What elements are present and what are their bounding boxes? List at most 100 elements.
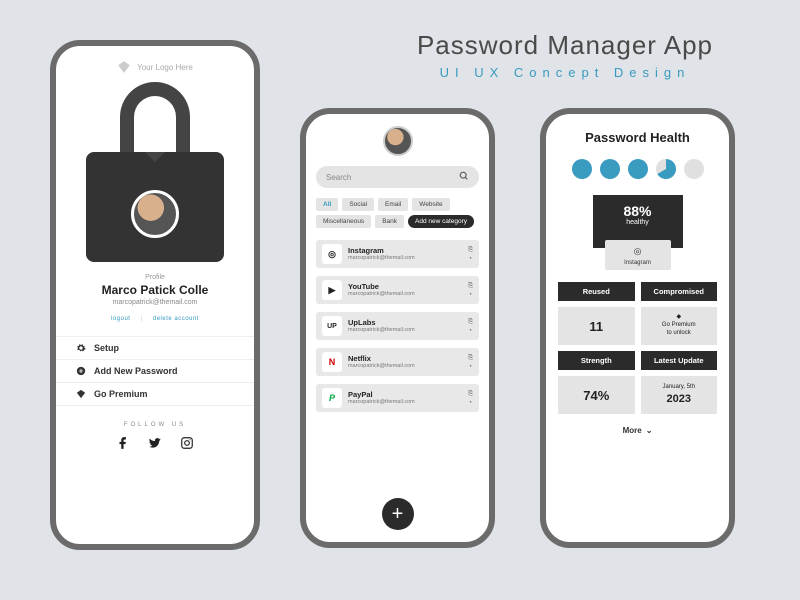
facebook-icon[interactable] <box>116 436 130 450</box>
score-app-chip[interactable]: ◎ Instagram <box>605 240 671 270</box>
follow-block: FOLLOW US <box>56 422 254 450</box>
score-percent: 88% <box>593 203 683 219</box>
lock-fold-icon <box>145 152 165 162</box>
entry-email: marcopatrick@themail.com <box>348 291 468 297</box>
youtube-icon: ▶ <box>322 280 342 300</box>
diamond-icon <box>76 389 86 399</box>
copy-icon[interactable]: ⎘ <box>468 391 473 398</box>
dot-empty-icon <box>684 159 704 179</box>
entry-name: Netflix <box>348 355 468 363</box>
chip-all[interactable]: All <box>316 198 338 211</box>
phone-vault: Search All Social Email Website Miscella… <box>300 108 495 548</box>
avatar[interactable] <box>131 190 179 238</box>
chip-social[interactable]: Social <box>342 198 374 211</box>
entry-row[interactable]: ◎ Instagrammarcopatrick@themail.com ⎘ ◔ <box>316 240 479 268</box>
clock-icon[interactable]: ◔ <box>468 328 473 334</box>
stat-strength-value: 74% <box>558 376 635 414</box>
profile-caption: Profile <box>56 274 254 281</box>
entry-email: marcopatrick@themail.com <box>348 399 468 405</box>
stat-update-value: January, 5th 2023 <box>641 376 718 414</box>
dot-icon <box>628 159 648 179</box>
chip-email[interactable]: Email <box>378 198 408 211</box>
search-placeholder: Search <box>326 173 459 182</box>
copy-icon[interactable]: ⎘ <box>468 247 473 254</box>
dot-partial-icon <box>656 159 676 179</box>
stat-reused-value: 11 <box>558 307 635 345</box>
profile-name: Marco Patick Colle <box>56 283 254 297</box>
menu-add-password[interactable]: Add New Password <box>56 359 254 382</box>
entry-row[interactable]: P PayPalmarcopatrick@themail.com ⎘ ◔ <box>316 384 479 412</box>
stat-update-label: Latest Update <box>641 351 718 370</box>
entry-email: marcopatrick@themail.com <box>348 255 468 261</box>
stat-reused-label: Reused <box>558 282 635 301</box>
menu-go-premium[interactable]: Go Premium <box>56 382 254 406</box>
health-title: Password Health <box>558 130 717 145</box>
instagram-icon: ◎ <box>322 244 342 264</box>
entry-name: UpLabs <box>348 319 468 327</box>
copy-icon[interactable]: ⎘ <box>468 319 473 326</box>
entry-email: marcopatrick@themail.com <box>348 327 468 333</box>
phone-health: Password Health 88% healthy ◎ Instagram … <box>540 108 735 548</box>
clock-icon[interactable]: ◔ <box>468 400 473 406</box>
page-header: Password Manager App UI UX Concept Desig… <box>350 30 780 80</box>
chip-misc[interactable]: Miscellaneous <box>316 215 371 228</box>
lock-shackle-icon <box>120 82 190 152</box>
phone-profile: Your Logo Here Profile Marco Patick Coll… <box>50 40 260 550</box>
search-input[interactable]: Search <box>316 166 479 188</box>
diamond-icon: ◆ <box>676 314 681 322</box>
copy-icon[interactable]: ⎘ <box>468 283 473 290</box>
avatar[interactable] <box>383 126 413 156</box>
health-dots <box>558 159 717 179</box>
entry-name: Instagram <box>348 247 468 255</box>
profile-links: logout | delete account <box>56 316 254 322</box>
category-chips: All Social Email Website Miscellaneous B… <box>316 198 479 228</box>
page-subtitle: UI UX Concept Design <box>350 65 780 80</box>
copy-icon[interactable]: ⎘ <box>468 355 473 362</box>
netflix-icon: N <box>322 352 342 372</box>
clock-icon[interactable]: ◔ <box>468 256 473 262</box>
plus-icon: + <box>392 503 404 526</box>
dot-icon <box>600 159 620 179</box>
profile-block: Profile Marco Patick Colle marcopatrick@… <box>56 274 254 322</box>
lock-body-icon <box>86 152 224 262</box>
chevron-down-icon: ⌄ <box>646 426 653 435</box>
logo-placeholder: Your Logo Here <box>56 60 254 74</box>
twitter-icon[interactable] <box>148 436 162 450</box>
lock-graphic <box>56 82 254 262</box>
stats-grid: Reused Compromised 11 ◆ Go Premium to un… <box>558 282 717 414</box>
entries-list: ◎ Instagrammarcopatrick@themail.com ⎘◔ ▶… <box>316 240 479 412</box>
instagram-icon[interactable] <box>180 436 194 450</box>
dot-icon <box>572 159 592 179</box>
add-button[interactable]: + <box>382 498 414 530</box>
clock-icon[interactable]: ◔ <box>468 292 473 298</box>
chip-add-category[interactable]: Add new category <box>408 215 474 228</box>
follow-label: FOLLOW US <box>56 422 254 428</box>
search-icon <box>459 171 469 183</box>
clock-icon[interactable]: ◔ <box>468 364 473 370</box>
paypal-icon: P <box>322 388 342 408</box>
stat-compromised-label: Compromised <box>641 282 718 301</box>
entry-row[interactable]: ▶ YouTubemarcopatrick@themail.com ⎘ ◔ <box>316 276 479 304</box>
logout-link[interactable]: logout <box>111 316 130 322</box>
delete-account-link[interactable]: delete account <box>153 316 199 322</box>
chip-website[interactable]: Website <box>412 198 449 211</box>
entry-email: marcopatrick@themail.com <box>348 363 468 369</box>
profile-menu: Setup Add New Password Go Premium <box>56 336 254 406</box>
entry-name: YouTube <box>348 283 468 291</box>
entry-row[interactable]: N Netflixmarcopatrick@themail.com ⎘ ◔ <box>316 348 479 376</box>
entry-row[interactable]: UP UpLabsmarcopatrick@themail.com ⎘ ◔ <box>316 312 479 340</box>
entry-name: PayPal <box>348 391 468 399</box>
profile-email: marcopatrick@themail.com <box>56 299 254 306</box>
uplabs-icon: UP <box>322 316 342 336</box>
plus-circle-icon <box>76 366 86 376</box>
diamond-icon <box>117 60 131 74</box>
page-title: Password Manager App <box>350 30 780 61</box>
chip-bank[interactable]: Bank <box>375 215 404 228</box>
score-card: 88% healthy ◎ Instagram <box>593 195 683 248</box>
stat-compromised-locked[interactable]: ◆ Go Premium to unlock <box>641 307 718 345</box>
stat-strength-label: Strength <box>558 351 635 370</box>
score-label: healthy <box>593 219 683 226</box>
more-button[interactable]: More ⌄ <box>558 426 717 435</box>
menu-setup[interactable]: Setup <box>56 336 254 359</box>
gear-icon <box>76 343 86 353</box>
